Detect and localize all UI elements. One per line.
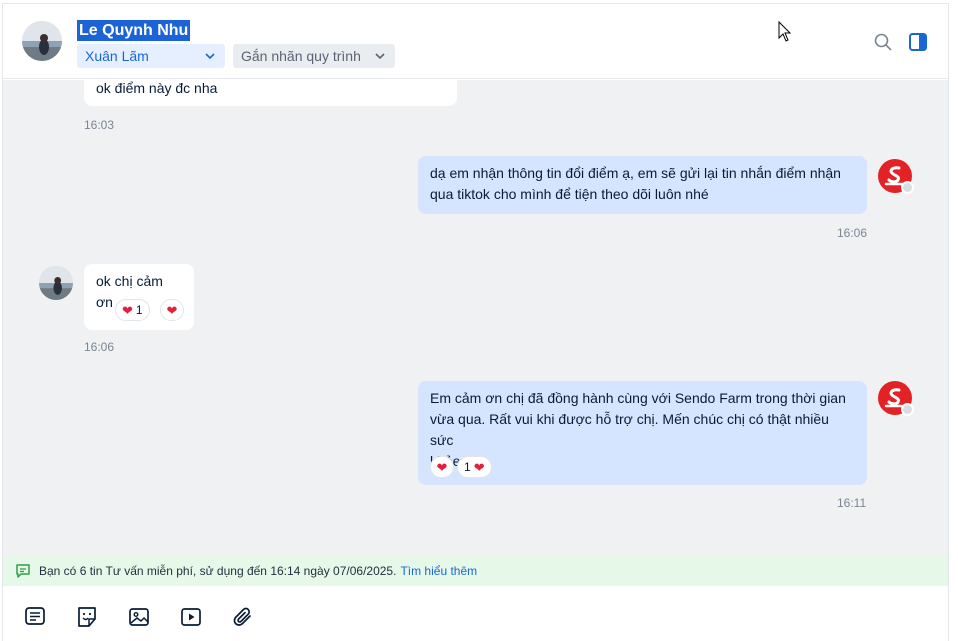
chat-window: Le Quynh Nhu Xuân Lãm Gắn nhãn quy trình…: [2, 3, 949, 641]
incoming-message[interactable]: ok điểm này đc nha: [84, 80, 457, 106]
chevron-down-icon: [205, 53, 215, 60]
message-time: 16:06: [84, 340, 115, 354]
free-message-notice: Bạn có 6 tin Tư vấn miễn phí, sử dụng đế…: [3, 556, 948, 586]
contact-avatar[interactable]: [22, 21, 62, 61]
message-text-line: qua tiktok cho mình để tiện theo dõi luô…: [430, 186, 709, 202]
composer-toolbar: [3, 587, 948, 641]
label-dropdown-text: Gắn nhãn quy trình: [241, 48, 361, 64]
reaction-count: 1: [135, 303, 143, 317]
message-text-line: dạ em nhận thông tin đổi điểm ạ, em sẽ g…: [430, 165, 841, 181]
reaction-summary[interactable]: 1 ❤: [457, 456, 492, 478]
image-icon: [129, 608, 149, 626]
heart-icon: ❤: [166, 302, 178, 318]
message-text: ok điểm này đc nha: [96, 80, 218, 96]
attach-icon: [233, 607, 251, 626]
message-time: 16:03: [84, 118, 115, 132]
react-button[interactable]: ❤: [430, 456, 454, 478]
message-time: 16:11: [837, 496, 867, 510]
attach-button[interactable]: [231, 605, 255, 629]
image-button[interactable]: [127, 605, 151, 629]
brand-avatar[interactable]: [878, 381, 914, 416]
reaction-count: 1: [464, 460, 471, 474]
heart-icon: ❤: [436, 459, 448, 475]
message-time: 16:06: [837, 226, 868, 240]
chat-bubble-icon: [16, 564, 30, 578]
contact-name[interactable]: Le Quynh Nhu: [77, 20, 191, 41]
video-icon: [181, 608, 201, 626]
toggle-sidebar-icon[interactable]: [908, 32, 928, 52]
message-text-line: Em cảm ơn chị đã đồng hành cùng với Send…: [430, 390, 846, 406]
message-text-line: khỏe.: [430, 451, 855, 472]
outgoing-message[interactable]: dạ em nhận thông tin đổi điểm ạ, em sẽ g…: [418, 156, 867, 214]
heart-icon: ❤: [473, 459, 485, 475]
contact-avatar[interactable]: [39, 266, 73, 300]
label-dropdown[interactable]: Gắn nhãn quy trình: [233, 44, 395, 68]
learn-more-link[interactable]: Tìm hiểu thêm: [400, 564, 477, 578]
reaction-summary[interactable]: ❤ 1: [115, 299, 150, 321]
video-button[interactable]: [179, 605, 203, 629]
assignee-dropdown[interactable]: Xuân Lãm: [77, 44, 225, 68]
assignee-label: Xuân Lãm: [85, 48, 149, 64]
sticker-button[interactable]: [75, 605, 99, 629]
sticker-icon: [78, 607, 96, 627]
status-badge: [901, 181, 914, 194]
quick-message-button[interactable]: [23, 605, 47, 629]
message-text-line: vừa qua. Rất vui khi được hỗ trợ chị. Mế…: [430, 411, 829, 448]
status-badge: [901, 403, 914, 416]
search-icon[interactable]: [873, 32, 893, 52]
mouse-cursor-icon: [778, 21, 792, 42]
heart-icon: ❤: [122, 302, 133, 318]
notice-text: Bạn có 6 tin Tư vấn miễn phí, sử dụng đế…: [39, 564, 397, 578]
chevron-down-icon: [375, 53, 385, 60]
message-list[interactable]: ok điểm này đc nha 16:03 dạ em nhận thôn…: [3, 80, 948, 556]
quick-message-icon: [25, 607, 45, 625]
react-button[interactable]: ❤: [160, 299, 184, 321]
brand-avatar[interactable]: [878, 159, 914, 194]
conversation-header: Le Quynh Nhu Xuân Lãm Gắn nhãn quy trình: [3, 4, 948, 79]
